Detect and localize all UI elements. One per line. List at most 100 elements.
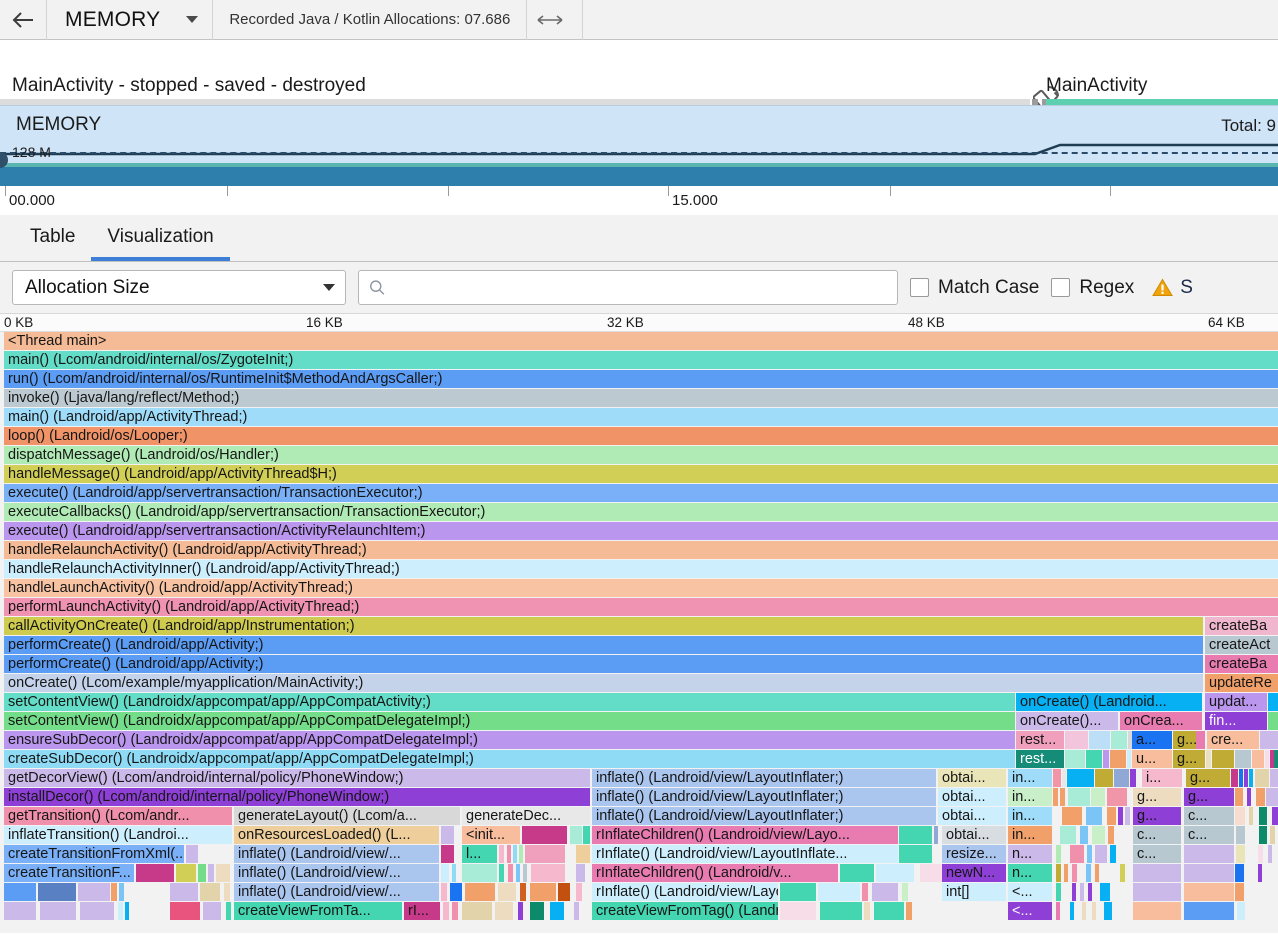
flame-segment[interactable] — [818, 883, 860, 901]
flame-segment[interactable] — [1110, 750, 1126, 768]
flame-segment[interactable] — [1184, 883, 1234, 901]
flame-segment[interactable] — [576, 864, 585, 882]
flame-segment[interactable]: rI... — [404, 902, 440, 920]
flame-segment[interactable] — [1088, 883, 1092, 901]
flame-segment[interactable] — [441, 883, 447, 901]
flame-segment[interactable]: <init... — [462, 826, 520, 844]
flame-segment[interactable]: execute() (Landroid/app/servertransactio… — [4, 484, 1278, 502]
flame-segment[interactable]: rInflate() (Landroid/view/LayoutInflate.… — [592, 845, 898, 863]
flame-segment[interactable]: g... — [1133, 807, 1181, 825]
flame-segment[interactable]: g... — [1186, 769, 1230, 787]
flame-segment[interactable] — [520, 883, 526, 901]
flame-segment[interactable] — [452, 902, 458, 920]
flame-segment[interactable] — [519, 845, 523, 863]
flame-segment[interactable] — [523, 864, 527, 882]
flame-segment[interactable] — [119, 883, 124, 901]
flame-segment[interactable] — [522, 826, 567, 844]
search-input[interactable] — [393, 277, 887, 299]
flame-segment[interactable] — [872, 883, 898, 901]
search-box[interactable] — [358, 270, 898, 305]
flame-segment[interactable] — [1270, 826, 1275, 844]
flame-segment[interactable] — [1268, 693, 1278, 711]
flame-segment[interactable]: inflate() (Landroid/view/... — [234, 883, 439, 901]
flame-segment[interactable] — [443, 902, 449, 920]
flame-segment[interactable] — [499, 864, 504, 882]
flame-segment[interactable] — [1095, 845, 1107, 863]
tab-table[interactable]: Table — [14, 227, 91, 261]
flame-segment[interactable] — [840, 864, 874, 882]
flame-segment[interactable]: inflate() (Landroid/view/LayoutInflater;… — [592, 769, 936, 787]
flame-segment[interactable] — [452, 864, 456, 882]
flame-segment[interactable] — [1064, 864, 1068, 882]
flame-segment[interactable]: performLaunchActivity() (Landroid/app/Ac… — [4, 598, 1278, 616]
stage-selector[interactable]: MEMORY — [47, 0, 212, 39]
flame-segment[interactable]: handleRelaunchActivityInner() (Landroid/… — [4, 560, 1278, 578]
flame-segment[interactable]: invoke() (Ljava/lang/reflect/Method;) — [4, 389, 1278, 407]
flame-segment[interactable] — [1125, 807, 1130, 825]
flame-segment[interactable]: execute() (Landroid/app/servertransactio… — [4, 522, 1278, 540]
flame-segment[interactable] — [38, 883, 76, 901]
flame-segment[interactable] — [576, 845, 590, 863]
flame-segment[interactable] — [1133, 883, 1181, 901]
flame-segment[interactable]: executeCallbacks() (Landroid/app/servert… — [4, 503, 1278, 521]
flame-segment[interactable]: rest... — [1016, 731, 1064, 749]
flame-segment[interactable] — [1258, 864, 1262, 882]
flame-segment[interactable] — [1114, 769, 1129, 787]
flame-segment[interactable] — [1062, 769, 1066, 787]
flame-segment[interactable] — [1053, 788, 1058, 806]
flame-segment[interactable] — [1196, 731, 1205, 749]
flame-segment[interactable] — [170, 883, 198, 901]
flame-segment[interactable] — [530, 902, 544, 920]
flame-segment[interactable]: fin... — [1205, 712, 1267, 730]
flame-segment[interactable]: onCrea... — [1120, 712, 1202, 730]
flame-segment[interactable] — [200, 883, 220, 901]
flame-segment[interactable] — [462, 902, 492, 920]
flame-segment[interactable]: obtai... — [938, 807, 1006, 825]
flame-segment[interactable] — [198, 864, 206, 882]
flame-segment[interactable] — [1060, 826, 1076, 844]
metric-select[interactable]: Allocation Size — [12, 270, 346, 305]
flame-segment[interactable] — [441, 864, 449, 882]
flame-segment[interactable] — [1260, 731, 1278, 749]
flame-segment[interactable] — [906, 902, 912, 920]
flame-segment[interactable] — [128, 883, 168, 901]
flame-segment[interactable]: a... — [1132, 731, 1172, 749]
flame-segment[interactable] — [507, 845, 511, 863]
flame-segment[interactable]: inflate() (Landroid/view/... — [234, 845, 439, 863]
flame-segment[interactable] — [864, 902, 870, 920]
flame-segment[interactable] — [80, 902, 114, 920]
flame-segment[interactable]: run() (Lcom/android/internal/os/RuntimeI… — [4, 370, 1278, 388]
flame-segment[interactable]: g... — [1133, 788, 1181, 806]
flame-segment[interactable]: in... — [1008, 807, 1052, 825]
flame-segment[interactable]: <... — [1008, 902, 1052, 920]
flame-segment[interactable]: main() (Landroid/app/ActivityThread;) — [4, 408, 1278, 426]
flame-segment[interactable] — [1268, 712, 1278, 730]
flame-segment[interactable] — [1060, 788, 1065, 806]
range-resize-button[interactable] — [527, 0, 572, 39]
flame-segment[interactable] — [1252, 750, 1264, 768]
flame-segment[interactable]: g... — [1173, 750, 1205, 768]
flame-segment[interactable]: g... — [1184, 788, 1234, 806]
flame-segment[interactable] — [226, 902, 231, 920]
flame-segment[interactable] — [1249, 769, 1253, 787]
flame-segment[interactable] — [1110, 845, 1116, 863]
flame-segment[interactable]: inflate() (Landroid/view/LayoutInflater;… — [592, 788, 936, 806]
flame-segment[interactable]: ensureSubDecor() (Landroidx/appcompat/ap… — [4, 731, 1015, 749]
flame-segment[interactable]: obtai... — [938, 788, 1006, 806]
flame-segment[interactable] — [208, 864, 214, 882]
flame-segment[interactable] — [1072, 864, 1077, 882]
flame-segment[interactable] — [1056, 902, 1060, 920]
flame-segment[interactable] — [1244, 769, 1248, 787]
flame-segment[interactable]: int[] — [942, 883, 1006, 901]
flame-segment[interactable]: inflate() (Landroid/view/... — [234, 864, 439, 882]
flame-segment[interactable] — [1067, 769, 1094, 787]
flame-segment[interactable] — [1087, 845, 1092, 863]
flame-segment[interactable] — [1086, 807, 1102, 825]
flame-segment[interactable] — [441, 845, 454, 863]
flame-segment[interactable]: callActivityOnCreate() (Landroid/app/Ins… — [4, 617, 1203, 635]
flame-segment[interactable] — [1095, 769, 1113, 787]
flame-segment[interactable]: handleRelaunchActivity() (Landroid/app/A… — [4, 541, 1278, 559]
flame-segment[interactable]: c... — [1133, 826, 1181, 844]
flame-segment[interactable] — [1235, 807, 1245, 825]
flame-segment[interactable]: i... — [1142, 769, 1182, 787]
